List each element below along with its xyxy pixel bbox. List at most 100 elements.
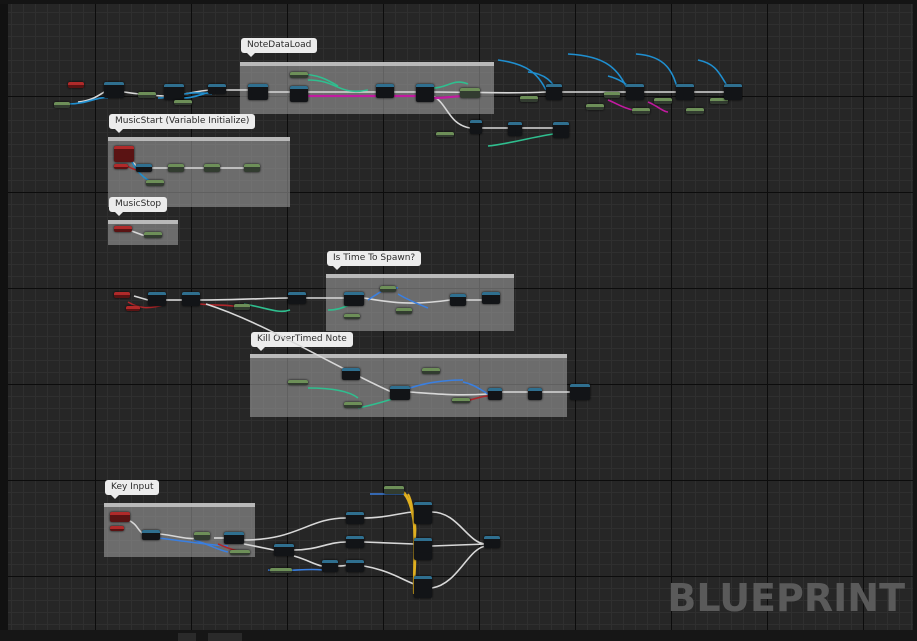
variable-node[interactable]: [604, 92, 620, 98]
variable-node[interactable]: [396, 308, 412, 314]
variable-node[interactable]: [380, 286, 396, 292]
variable-node[interactable]: [460, 88, 480, 98]
function-node[interactable]: [248, 84, 268, 100]
variable-node[interactable]: [686, 108, 704, 114]
function-node[interactable]: [450, 294, 466, 306]
event-node[interactable]: [114, 292, 130, 298]
variable-node[interactable]: [632, 108, 650, 114]
variable-node[interactable]: [288, 380, 308, 385]
variable-node[interactable]: [138, 92, 156, 98]
exec-wire: [363, 511, 415, 519]
exec-wire: [432, 95, 471, 129]
exec-wire: [293, 541, 347, 551]
blueprint-watermark: BLUEPRINT: [667, 576, 905, 620]
function-node[interactable]: [322, 560, 338, 572]
variable-node[interactable]: [586, 104, 604, 110]
blueprint-graph-canvas[interactable]: NoteDataLoad MusicStart (Variable Initia…: [8, 4, 913, 630]
function-node[interactable]: [414, 502, 432, 524]
function-node[interactable]: [570, 384, 590, 400]
exec-wire: [431, 543, 487, 547]
function-node[interactable]: [553, 122, 569, 138]
variable-node[interactable]: [168, 164, 184, 172]
variable-node[interactable]: [194, 532, 210, 540]
function-node[interactable]: [288, 292, 306, 304]
function-node[interactable]: [346, 560, 364, 572]
array-wire: [607, 99, 634, 111]
variable-node[interactable]: [146, 180, 164, 186]
exec-wire: [159, 533, 199, 540]
function-node[interactable]: [414, 576, 432, 598]
function-node[interactable]: [142, 530, 160, 540]
float-wire: [397, 293, 429, 309]
float-wire: [409, 379, 464, 389]
variable-node[interactable]: [234, 304, 250, 310]
function-node[interactable]: [626, 84, 644, 100]
object-wire: [67, 96, 109, 105]
function-node[interactable]: [346, 512, 364, 524]
variable-node[interactable]: [344, 402, 362, 408]
variable-node[interactable]: [144, 232, 162, 238]
exec-wire: [409, 391, 489, 396]
exec-wire: [363, 541, 415, 545]
function-node[interactable]: [182, 292, 200, 306]
variable-node[interactable]: [654, 98, 672, 104]
function-node[interactable]: [414, 538, 432, 560]
function-node[interactable]: [342, 368, 360, 380]
function-node[interactable]: [508, 122, 522, 136]
exec-wire: [363, 565, 415, 585]
function-node[interactable]: [224, 532, 244, 544]
left-panel-edge: [0, 4, 8, 630]
event-node[interactable]: [68, 82, 84, 88]
function-node[interactable]: [148, 292, 166, 306]
variable-node[interactable]: [244, 164, 260, 172]
event-node[interactable]: [114, 146, 134, 162]
variable-node[interactable]: [344, 314, 360, 319]
function-node[interactable]: [290, 86, 308, 102]
variable-node[interactable]: [452, 398, 470, 403]
variable-node[interactable]: [290, 72, 308, 78]
function-node[interactable]: [488, 388, 502, 400]
event-node[interactable]: [114, 226, 132, 232]
variable-node[interactable]: [174, 100, 192, 105]
bottom-status-bar: [0, 630, 917, 641]
function-node[interactable]: [416, 84, 434, 102]
variable-node[interactable]: [270, 568, 292, 573]
exec-wire: [431, 545, 487, 589]
event-node[interactable]: [126, 306, 140, 311]
variable-node[interactable]: [520, 96, 538, 102]
function-node[interactable]: [724, 84, 742, 100]
function-node[interactable]: [376, 84, 394, 98]
function-node[interactable]: [546, 84, 562, 100]
function-node[interactable]: [104, 82, 124, 98]
event-node[interactable]: [110, 526, 124, 531]
function-node[interactable]: [164, 84, 184, 100]
object-wire: [567, 53, 629, 91]
exec-wire: [431, 511, 487, 545]
event-node[interactable]: [110, 512, 130, 522]
exec-wire: [432, 91, 547, 94]
variable-node[interactable]: [204, 164, 220, 172]
function-node[interactable]: [676, 84, 694, 100]
function-node[interactable]: [470, 120, 482, 134]
float-wire: [462, 381, 489, 395]
function-node[interactable]: [484, 536, 500, 548]
variable-node[interactable]: [422, 368, 440, 374]
exec-wire: [243, 517, 347, 541]
function-node[interactable]: [136, 164, 152, 172]
function-node[interactable]: [208, 84, 226, 94]
exec-wire: [293, 555, 323, 567]
function-node[interactable]: [344, 292, 364, 306]
function-node[interactable]: [528, 388, 542, 400]
variable-node[interactable]: [54, 102, 70, 108]
function-node[interactable]: [274, 544, 294, 556]
event-node[interactable]: [114, 164, 128, 169]
function-node[interactable]: [346, 536, 364, 548]
function-node[interactable]: [390, 386, 410, 400]
variable-node[interactable]: [384, 486, 404, 494]
exec-wire: [133, 295, 149, 301]
variable-node[interactable]: [230, 550, 250, 555]
variable-node[interactable]: [436, 132, 454, 137]
bool-wire: [469, 395, 489, 401]
function-node[interactable]: [482, 292, 500, 304]
exec-wire: [199, 297, 289, 301]
